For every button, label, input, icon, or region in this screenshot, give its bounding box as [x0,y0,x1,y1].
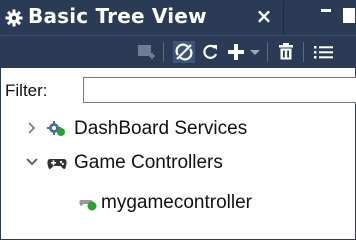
refresh-icon[interactable] [199,41,221,63]
filter-bar: Filter: [1,77,356,105]
toolbar-separator [163,42,164,62]
tree-node-label: Game Controllers [74,152,223,173]
basic-tree-view-panel: Basic Tree View × Filter: DashBoard Serv… [0,0,356,240]
add-item-icon[interactable] [135,41,157,63]
title-bar: Basic Tree View × [1,1,356,35]
tree-node-game-controllers[interactable]: Game Controllers [1,149,356,179]
list-icon[interactable] [311,41,333,63]
minimize-button[interactable] [321,9,331,12]
add-icon[interactable] [225,41,247,63]
toolbar [1,35,356,68]
delete-icon[interactable] [275,41,297,63]
tree-node-label: mygamecontroller [101,192,252,213]
no-sync-icon[interactable] [173,41,195,63]
chevron-right-icon[interactable] [25,119,39,137]
window-controls [313,1,356,35]
services-icon [47,120,67,138]
close-tab-button[interactable]: × [253,4,275,28]
toolbar-separator [267,42,268,62]
gear-icon [5,9,23,27]
tree-node-dashboard-services[interactable]: DashBoard Services [1,115,356,145]
tree-node-mygamecontroller[interactable]: mygamecontroller [1,189,356,219]
filter-label: Filter: [5,81,48,100]
panel-title: Basic Tree View [28,4,207,28]
maximize-button[interactable] [343,8,355,23]
tree-node-label: DashBoard Services [74,118,248,139]
controller-status-icon [79,194,99,212]
toolbar-separator [303,42,304,62]
dropdown-icon[interactable] [247,41,263,63]
chevron-down-icon[interactable] [25,153,39,171]
panel-tab[interactable]: Basic Tree View × [1,1,284,35]
gamepad-icon [47,154,67,172]
filter-input[interactable] [83,77,356,103]
